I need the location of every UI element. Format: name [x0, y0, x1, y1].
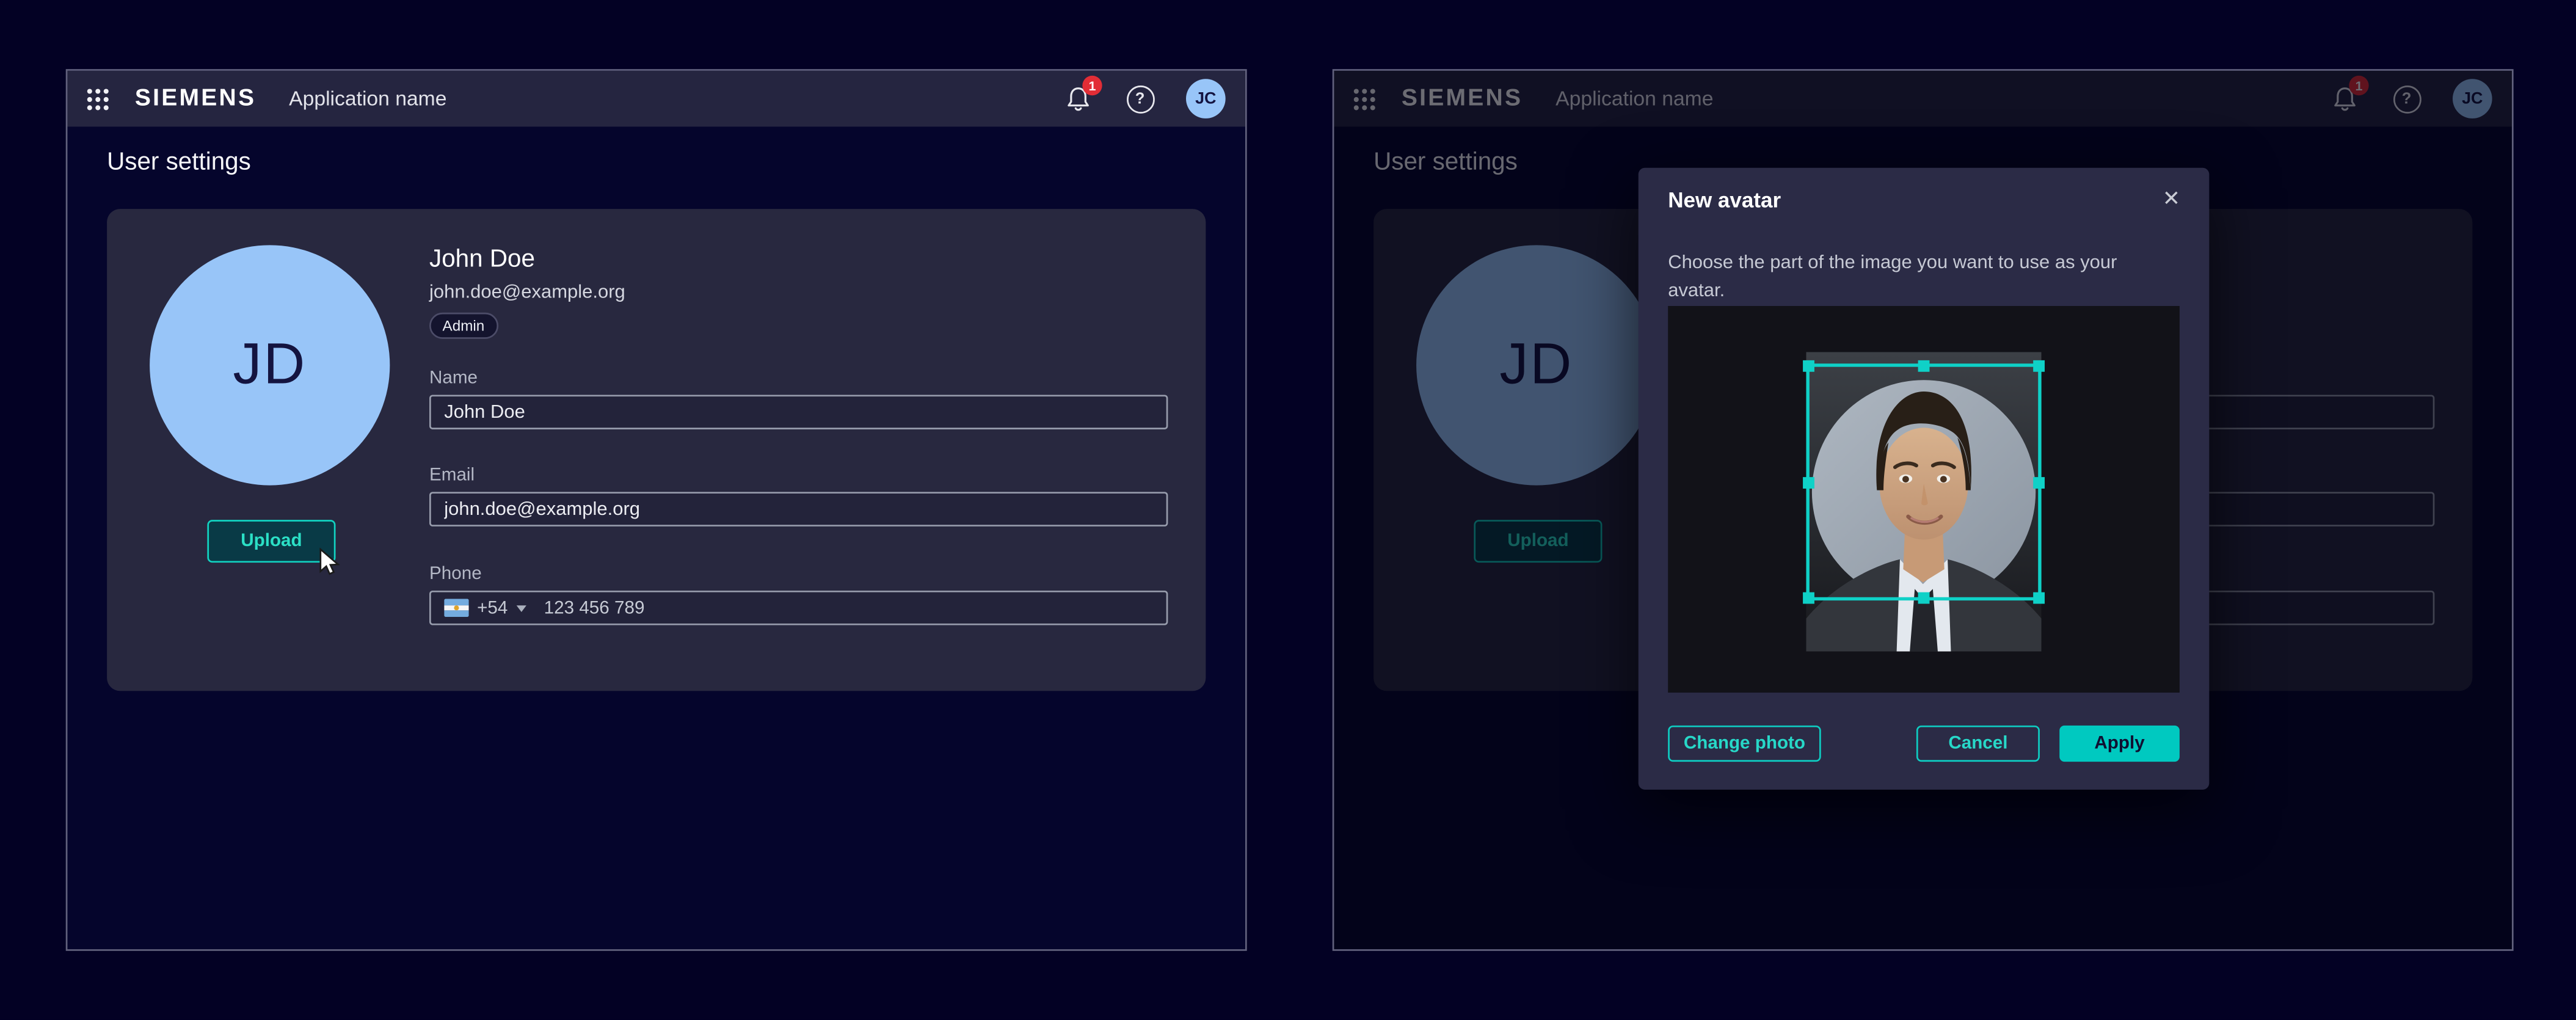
- profile-avatar: JD: [150, 245, 390, 485]
- new-avatar-dialog: New avatar ✕ Choose the part of the imag…: [1639, 168, 2210, 790]
- change-photo-button[interactable]: Change photo: [1668, 726, 1821, 762]
- screenshot-stage: SIEMENS Application name 1 ? JC User set…: [0, 0, 2576, 1020]
- apply-button[interactable]: Apply: [2059, 726, 2180, 762]
- close-icon[interactable]: ✕: [2156, 184, 2186, 214]
- name-input[interactable]: [429, 395, 1168, 429]
- selection-handle-e[interactable]: [2033, 476, 2045, 488]
- selection-handle-n[interactable]: [1918, 360, 1930, 372]
- phone-label: Phone: [429, 564, 1168, 584]
- crop-selection[interactable]: [1806, 363, 2041, 600]
- selection-handle-ne[interactable]: [2033, 360, 2045, 372]
- image-crop-area: [1668, 306, 2180, 693]
- help-icon: ?: [1126, 85, 1154, 113]
- user-avatar[interactable]: JC: [1186, 79, 1226, 118]
- dial-code: +54: [477, 598, 508, 617]
- profile-email: john.doe@example.org: [429, 283, 625, 302]
- role-badge: Admin: [429, 313, 498, 339]
- user-settings-window-dimmed: SIEMENS Application name 1 ? JC User set…: [1333, 69, 2514, 951]
- selection-handle-nw[interactable]: [1803, 360, 1814, 372]
- selection-handle-w[interactable]: [1803, 476, 1814, 488]
- user-settings-window: SIEMENS Application name 1 ? JC User set…: [66, 69, 1247, 951]
- notification-badge: 1: [1082, 76, 1102, 95]
- help-button[interactable]: ?: [1124, 82, 1157, 115]
- profile-card: JD Upload John Doe john.doe@example.org …: [107, 209, 1206, 691]
- phone-number-input[interactable]: [540, 596, 876, 619]
- dialog-footer: Change photo Cancel Apply: [1639, 724, 2210, 763]
- notifications-button[interactable]: 1: [1061, 82, 1094, 115]
- dialog-description: Choose the part of the image you want to…: [1668, 250, 2161, 305]
- selection-handle-s[interactable]: [1918, 592, 1930, 604]
- name-field-group: Name: [429, 368, 1168, 429]
- argentina-flag-icon: [444, 599, 468, 617]
- app-launcher-icon[interactable]: [87, 88, 109, 109]
- siemens-logo: SIEMENS: [135, 86, 256, 112]
- cancel-button[interactable]: Cancel: [1916, 726, 2040, 762]
- chevron-down-icon[interactable]: [516, 605, 526, 612]
- app-header: SIEMENS Application name 1 ? JC: [67, 71, 1245, 127]
- page-title: User settings: [107, 148, 1245, 176]
- email-label: Email: [429, 465, 1168, 485]
- upload-button[interactable]: Upload: [207, 520, 335, 563]
- dialog-title: New avatar: [1668, 188, 1781, 212]
- email-field-group: Email: [429, 465, 1168, 526]
- application-name: Application name: [289, 87, 446, 111]
- name-label: Name: [429, 368, 1168, 388]
- phone-field-group: Phone +54: [429, 564, 1168, 625]
- phone-input[interactable]: +54: [429, 591, 1168, 625]
- email-input[interactable]: [429, 492, 1168, 526]
- selection-handle-sw[interactable]: [1803, 592, 1814, 604]
- selection-handle-se[interactable]: [2033, 592, 2045, 604]
- profile-name: John Doe: [429, 245, 535, 273]
